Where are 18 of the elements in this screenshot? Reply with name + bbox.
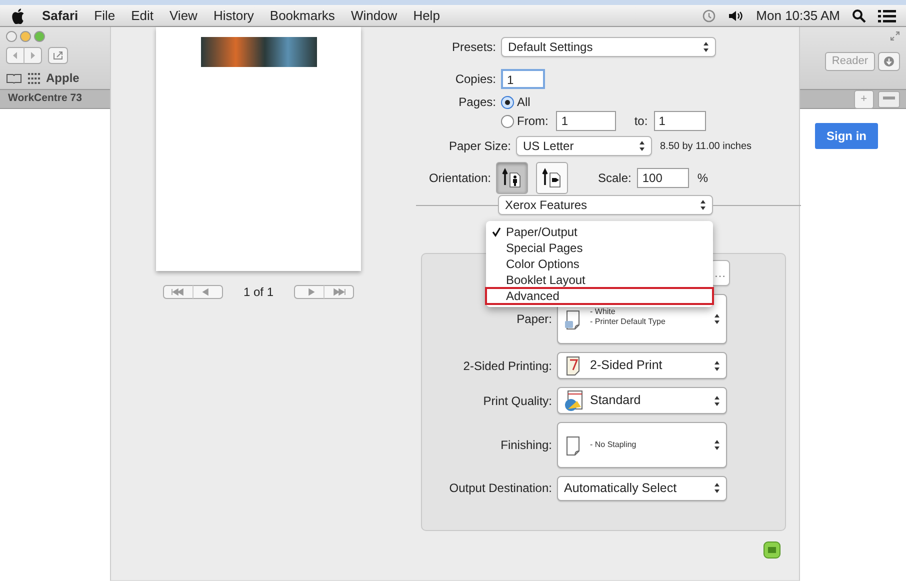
- field-label: Scale:: [598, 170, 632, 187]
- field-label: Output Destination:: [449, 481, 552, 496]
- unit-label: %: [697, 170, 708, 187]
- option-detail: - No Stapling: [590, 440, 638, 450]
- field-label: Paper:: [516, 312, 552, 326]
- option-detail: - Printer Default Type: [590, 317, 666, 327]
- field-label: Pages:: [458, 95, 496, 109]
- field-label: Orientation:: [428, 171, 491, 185]
- field-label: Paper Size:: [448, 139, 511, 153]
- field-label: Print Quality:: [483, 394, 552, 408]
- paper-dimensions: 8.50 by 11.00 inches: [660, 140, 752, 154]
- page-indicator: 1 of 1: [243, 284, 274, 301]
- field-label: Finishing:: [500, 438, 552, 452]
- field-label: 2-Sided Printing:: [463, 358, 552, 372]
- field-label: Copies:: [455, 72, 496, 86]
- option-detail: - White: [590, 307, 616, 317]
- field-label: to:: [634, 113, 648, 130]
- field-label: Presets:: [452, 40, 496, 54]
